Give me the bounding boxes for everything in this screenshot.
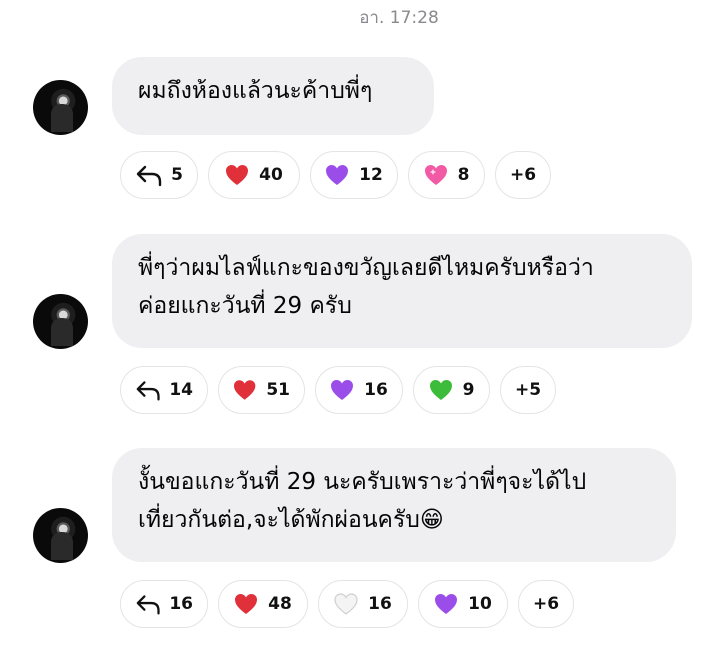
sender-avatar[interactable]	[33, 508, 88, 563]
pink-heart-icon	[424, 165, 447, 185]
reaction-count: 8	[457, 165, 470, 185]
message-text: ผมถึงห้องแล้วนะค้าบพี่ๆ	[138, 78, 373, 104]
reaction-chip-green-heart[interactable]: 9	[413, 366, 490, 414]
purple-heart-icon	[331, 380, 354, 400]
reaction-count: 16	[364, 380, 388, 400]
more-reactions-chip[interactable]: +6	[495, 151, 551, 199]
purple-heart-icon	[326, 165, 349, 185]
more-reactions-count: +5	[514, 380, 542, 400]
sender-avatar[interactable]	[33, 80, 88, 135]
red-heart-icon	[235, 594, 258, 614]
reaction-chip-pink-heart[interactable]: 8	[408, 151, 485, 199]
reply-chip[interactable]: 5	[120, 151, 198, 199]
sender-avatar[interactable]	[33, 294, 88, 349]
purple-heart-icon	[435, 594, 458, 614]
message-bubble[interactable]: ผมถึงห้องแล้วนะค้าบพี่ๆ	[112, 57, 434, 135]
more-reactions-count: +6	[532, 594, 560, 614]
green-heart-icon	[429, 380, 452, 400]
reaction-chip-red-heart[interactable]: 51	[218, 366, 305, 414]
message-text-line: งั้นขอแกะวันที่ 29 นะครับเพราะว่าพี่ๆจะไ…	[138, 469, 587, 495]
reaction-chip-red-heart[interactable]: 40	[208, 151, 300, 199]
more-reactions-chip[interactable]: +6	[518, 580, 574, 628]
reply-chip[interactable]: 16	[120, 580, 208, 628]
reaction-count: 9	[462, 380, 475, 400]
message-text-line: เที่ยวกันต่อ,จะได้พักผ่อนครับ😁	[138, 507, 444, 533]
message-bubble[interactable]: งั้นขอแกะวันที่ 29 นะครับเพราะว่าพี่ๆจะไ…	[112, 448, 676, 562]
red-heart-icon	[233, 380, 256, 400]
reaction-bar: 14 51 16 9 +5	[120, 366, 556, 414]
reply-icon	[136, 595, 160, 615]
reaction-chip-white-heart[interactable]: 16	[318, 580, 408, 628]
reaction-count: 16	[368, 594, 392, 614]
reply-count: 14	[169, 380, 193, 400]
reaction-count: 40	[259, 165, 283, 185]
reply-icon	[136, 381, 160, 401]
white-heart-icon	[334, 593, 358, 615]
reaction-chip-purple-heart[interactable]: 10	[418, 580, 508, 628]
more-reactions-chip[interactable]: +5	[500, 366, 556, 414]
message-text-line: พี่ๆว่าผมไลฟ์แกะของขวัญเลยดีไหมครับหรือว…	[138, 255, 594, 281]
message-text-line: ค่อยแกะวันที่ 29 ครับ	[138, 293, 352, 319]
reaction-chip-purple-heart[interactable]: 12	[310, 151, 398, 199]
reply-chip[interactable]: 14	[120, 366, 208, 414]
reaction-chip-purple-heart[interactable]: 16	[315, 366, 403, 414]
message-timestamp: อา. 17:28	[359, 8, 439, 28]
reaction-count: 12	[359, 165, 383, 185]
message-bubble[interactable]: พี่ๆว่าผมไลฟ์แกะของขวัญเลยดีไหมครับหรือว…	[112, 234, 692, 348]
reaction-count: 48	[268, 594, 292, 614]
more-reactions-count: +6	[509, 165, 537, 185]
reply-count: 16	[169, 594, 193, 614]
reply-count: 5	[171, 165, 183, 185]
reaction-bar: 5 40 12 8 +6	[120, 151, 551, 199]
reply-icon	[136, 165, 162, 187]
reaction-bar: 16 48 16 10 +6	[120, 580, 574, 628]
reaction-count: 51	[266, 380, 290, 400]
red-heart-icon	[226, 165, 249, 185]
reaction-chip-red-heart[interactable]: 48	[218, 580, 308, 628]
reaction-count: 10	[468, 594, 492, 614]
